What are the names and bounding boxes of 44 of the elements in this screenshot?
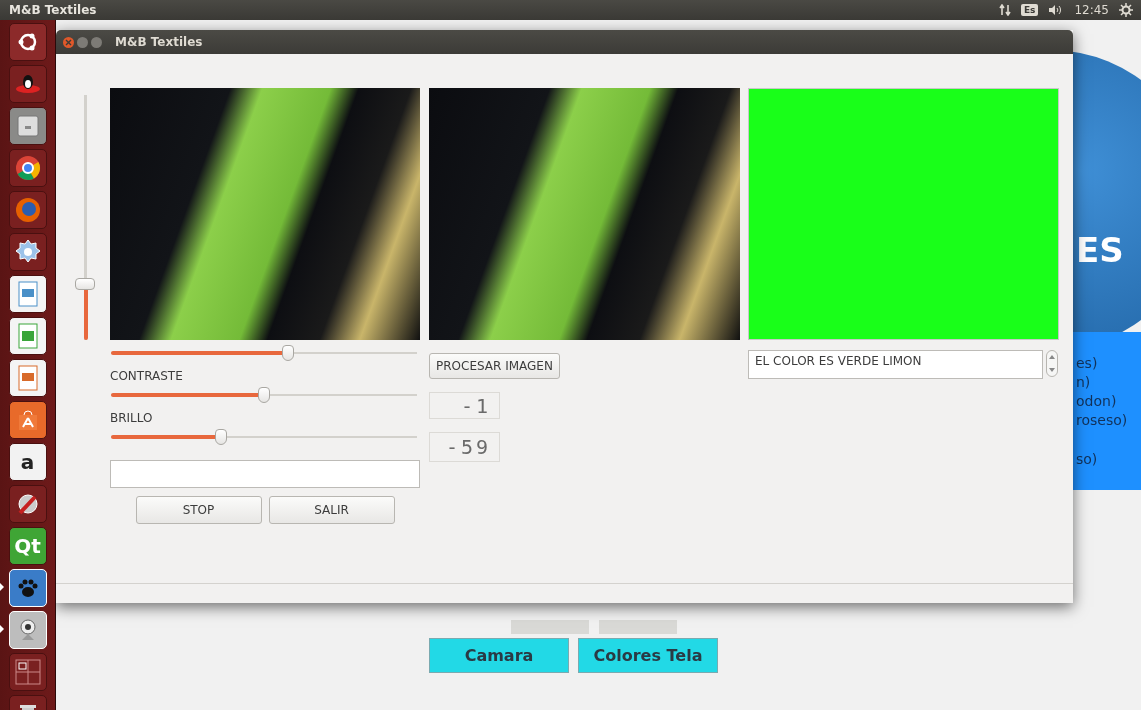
window-title: M&B Textiles <box>115 35 203 49</box>
action-button[interactable]: SALIR <box>268 496 395 524</box>
paw-icon[interactable] <box>8 569 47 607</box>
logo-text: ES <box>1076 230 1124 270</box>
list-item[interactable]: es) <box>1076 354 1141 373</box>
list-item[interactable]: odon) <box>1076 392 1141 411</box>
slider-thumb[interactable] <box>215 429 228 445</box>
list-item[interactable]: roseso) <box>1076 411 1141 430</box>
nav-button[interactable]: Colores Tela <box>578 638 718 673</box>
penguin-icon[interactable] <box>8 65 47 103</box>
gear-icon[interactable] <box>8 233 47 271</box>
webcam-icon[interactable] <box>8 611 47 649</box>
spin-buttons[interactable] <box>1046 350 1058 377</box>
settings-icon[interactable] <box>1119 3 1133 17</box>
browser-icon[interactable] <box>8 149 47 187</box>
lcd-display: -1 <box>429 392 500 419</box>
ubuntu-logo-icon[interactable] <box>8 23 47 61</box>
action-button[interactable]: STOP <box>135 496 262 524</box>
slider-thumb[interactable] <box>282 345 295 361</box>
maximize-icon[interactable] <box>91 36 102 48</box>
close-icon[interactable] <box>63 36 74 48</box>
list-item[interactable]: so) <box>1076 450 1141 469</box>
list-item[interactable]: n) <box>1076 373 1141 392</box>
slider-label: CONTRASTE <box>110 369 184 383</box>
network-arrows-icon[interactable] <box>998 4 1011 16</box>
file-cabinet-icon[interactable] <box>8 107 47 145</box>
keyboard-layout-indicator[interactable]: Es <box>1020 4 1039 16</box>
slider-thumb[interactable] <box>258 387 270 403</box>
lcd-display: -59 <box>429 432 500 462</box>
app-title: M&B Textiles <box>9 3 98 17</box>
amazon-tile[interactable]: a <box>8 443 47 481</box>
process-button[interactable]: PROCESAR IMAGEN <box>429 353 560 379</box>
slider-thumb[interactable] <box>75 277 95 290</box>
shopping-bag-icon[interactable] <box>8 401 47 439</box>
slider-label: BRILLO <box>110 411 154 425</box>
clock[interactable]: 12:45 <box>1074 3 1109 17</box>
input-field[interactable] <box>110 460 420 488</box>
minimize-icon[interactable] <box>77 36 88 48</box>
result-field[interactable]: EL COLOR ES VERDE LIMON <box>748 350 1043 379</box>
document-icon[interactable] <box>8 275 47 313</box>
nav-button[interactable]: Camara <box>429 638 569 673</box>
presentation-icon[interactable] <box>8 359 47 397</box>
workspaces-icon[interactable] <box>8 653 47 691</box>
spreadsheet-icon[interactable] <box>8 317 47 355</box>
